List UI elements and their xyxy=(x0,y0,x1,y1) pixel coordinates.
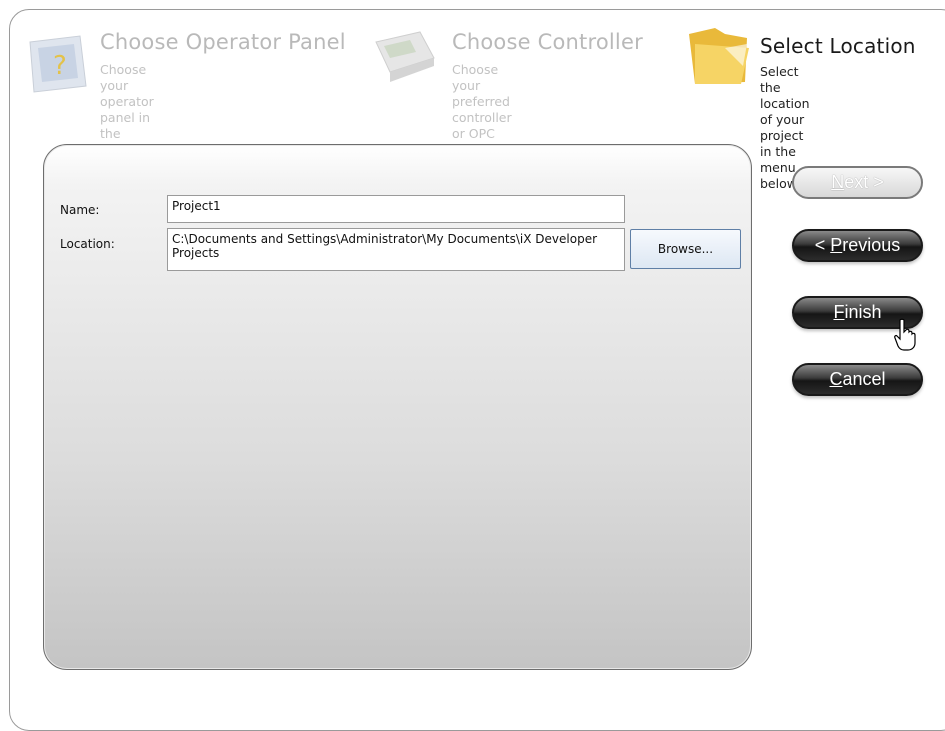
step-title: Choose Controller xyxy=(452,30,643,54)
previous-mnemonic: P xyxy=(830,235,843,255)
location-input[interactable]: C:\Documents and Settings\Administrator\… xyxy=(167,228,625,271)
previous-label: revious xyxy=(842,235,901,255)
step-title: Choose Operator Panel xyxy=(100,30,346,54)
next-button[interactable]: Next > xyxy=(792,166,923,199)
cancel-label: ancel xyxy=(842,369,886,389)
previous-button[interactable]: < Previous xyxy=(792,229,923,262)
hand-cursor-icon xyxy=(894,318,916,351)
name-label: Name: xyxy=(60,203,100,217)
cancel-button[interactable]: Cancel xyxy=(792,363,923,396)
browse-button[interactable]: Browse... xyxy=(630,229,741,269)
controller-icon xyxy=(375,31,435,82)
next-mnemonic: N xyxy=(831,172,845,192)
location-label: Location: xyxy=(60,237,115,251)
svg-text:?: ? xyxy=(53,51,67,81)
next-label: ext > xyxy=(844,172,884,192)
finish-label: inish xyxy=(844,302,882,322)
finish-mnemonic: F xyxy=(833,302,845,322)
previous-prefix: < xyxy=(814,235,831,255)
folder-icon xyxy=(689,28,749,84)
cancel-mnemonic: C xyxy=(829,369,843,389)
name-input[interactable]: Project1 xyxy=(167,195,625,223)
step-title: Select Location xyxy=(760,34,916,58)
operator-panel-icon: ? xyxy=(29,35,87,93)
